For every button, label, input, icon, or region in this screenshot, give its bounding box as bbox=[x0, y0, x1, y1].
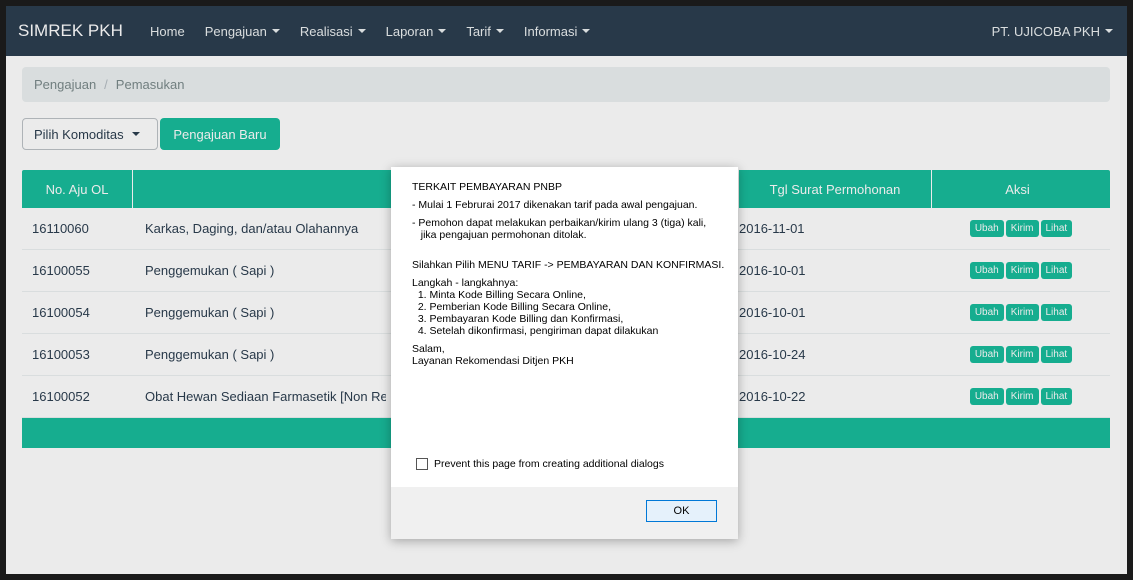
dialog-line: TERKAIT PEMBAYARAN PNBP bbox=[412, 181, 562, 193]
dialog-line: 2. Pemberian Kode Billing Secara Online, bbox=[412, 301, 612, 313]
prevent-dialogs-option[interactable]: Prevent this page from creating addition… bbox=[416, 458, 664, 470]
prevent-dialogs-checkbox[interactable] bbox=[416, 458, 428, 470]
dialog-line: - Pemohon dapat melakukan perbaikan/kiri… bbox=[412, 217, 707, 229]
dialog-footer: OK bbox=[391, 487, 738, 539]
dialog-line: Salam, bbox=[412, 343, 445, 355]
dialog-line: Silahkan Pilih MENU TARIF -> PEMBAYARAN … bbox=[412, 259, 725, 271]
dialog-message: TERKAIT PEMBAYARAN PNBP - Mulai 1 Februra… bbox=[391, 167, 738, 487]
dialog-line: Layanan Rekomendasi Ditjen PKH bbox=[412, 355, 574, 367]
prevent-dialogs-label: Prevent this page from creating addition… bbox=[434, 458, 664, 470]
dialog-line: 4. Setelah dikonfirmasi, pengiriman dapa… bbox=[412, 325, 659, 337]
dialog-line: jika pengajuan permohonan ditolak. bbox=[412, 229, 587, 241]
ok-button[interactable]: OK bbox=[646, 500, 717, 522]
dialog-line: - Mulai 1 Februrai 2017 dikenakan tarif … bbox=[412, 199, 698, 211]
browser-viewport: SIMREK PKH Home Pengajuan Realisasi Laporan… bbox=[6, 6, 1127, 574]
alert-dialog: TERKAIT PEMBAYARAN PNBP - Mulai 1 Februra… bbox=[391, 167, 738, 539]
dialog-message-text: TERKAIT PEMBAYARAN PNBP - Mulai 1 Februra… bbox=[412, 181, 725, 367]
dialog-line: Langkah - langkahnya: bbox=[412, 277, 519, 289]
dialog-line: 3. Pembayaran Kode Billing dan Konfirmas… bbox=[412, 313, 624, 325]
dialog-line: 1. Minta Kode Billing Secara Online, bbox=[412, 289, 586, 301]
